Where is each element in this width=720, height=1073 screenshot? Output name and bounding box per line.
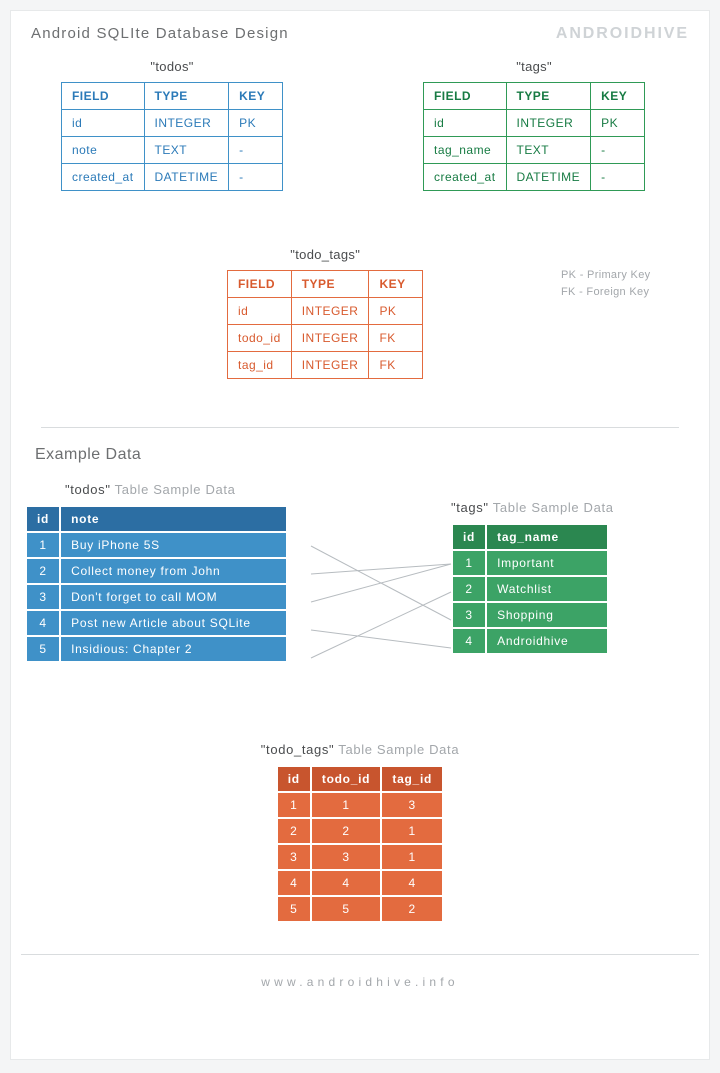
sample-tags: "tags" Table Sample Data id tag_name 1Im…	[451, 500, 614, 655]
header: Android SQLIte Database Design ANDROIDHI…	[11, 11, 709, 47]
table-row: 331	[278, 845, 442, 869]
schema-tags: "tags" FIELD TYPE KEY idINTEGERPKtag_nam…	[423, 59, 645, 191]
legend-fk: FK - Foreign Key	[561, 284, 650, 301]
table-row: idINTEGERPK	[62, 110, 283, 137]
sample-relational-area: "todos" Table Sample Data id note 1Buy i…	[11, 482, 709, 742]
schema-todos-table: FIELD TYPE KEY idINTEGERPKnoteTEXT-creat…	[61, 82, 283, 191]
table-row: tag_idINTEGERFK	[228, 352, 423, 379]
table-row: 552	[278, 897, 442, 921]
sample-todos: "todos" Table Sample Data id note 1Buy i…	[25, 482, 288, 663]
diagram-card: Android SQLIte Database Design ANDROIDHI…	[10, 10, 710, 1060]
schema-tags-caption: "tags"	[423, 59, 645, 74]
table-row: 3Don't forget to call MOM	[27, 585, 286, 609]
schema-todo-tags-caption: "todo_tags"	[227, 247, 423, 262]
table-row: idINTEGERPK	[424, 110, 645, 137]
sample-todo-tags-caption: "todo_tags" Table Sample Data	[11, 742, 709, 757]
sample-todo-tags-wrap: "todo_tags" Table Sample Data id todo_id…	[11, 742, 709, 928]
sample-todo-tags: id todo_id tag_id 113221331444552	[276, 765, 444, 923]
table-row: todo_idINTEGERFK	[228, 325, 423, 352]
table-row: 444	[278, 871, 442, 895]
table-row: 1Buy iPhone 5S	[27, 533, 286, 557]
table-row: 1Important	[453, 551, 607, 575]
table-row: noteTEXT-	[62, 137, 283, 164]
table-row: 3Shopping	[453, 603, 607, 627]
table-row: 4Post new Article about SQLite	[27, 611, 286, 635]
key-legend: PK - Primary Key FK - Foreign Key	[561, 267, 650, 300]
schema-todos: "todos" FIELD TYPE KEY idINTEGERPKnoteTE…	[61, 59, 283, 191]
table-row: created_atDATETIME-	[424, 164, 645, 191]
example-heading: Example Data	[11, 446, 709, 464]
schema-todo-tags-table: FIELD TYPE KEY idINTEGERPKtodo_idINTEGER…	[227, 270, 423, 379]
table-row: 4Androidhive	[453, 629, 607, 653]
table-row: 221	[278, 819, 442, 843]
table-row: 2Watchlist	[453, 577, 607, 601]
schema-section: "todos" FIELD TYPE KEY idINTEGERPKnoteTE…	[11, 47, 709, 427]
sample-todos-caption: "todos" Table Sample Data	[25, 482, 288, 497]
table-row: 2Collect money from John	[27, 559, 286, 583]
table-row: 113	[278, 793, 442, 817]
table-row: created_atDATETIME-	[62, 164, 283, 191]
sample-todos-table: id note 1Buy iPhone 5S2Collect money fro…	[25, 505, 288, 663]
sample-todo-tags-table: id todo_id tag_id 113221331444552	[276, 765, 444, 923]
sample-tags-caption: "tags" Table Sample Data	[451, 500, 614, 515]
divider	[41, 427, 679, 428]
footer-url: www.androidhive.info	[21, 954, 699, 1003]
table-row: idINTEGERPK	[228, 298, 423, 325]
page-title: Android SQLIte Database Design	[31, 25, 289, 42]
table-row: tag_nameTEXT-	[424, 137, 645, 164]
schema-todo-tags: "todo_tags" FIELD TYPE KEY idINTEGERPKto…	[227, 247, 423, 379]
schema-todos-caption: "todos"	[61, 59, 283, 74]
schema-tags-table: FIELD TYPE KEY idINTEGERPKtag_nameTEXT-c…	[423, 82, 645, 191]
legend-pk: PK - Primary Key	[561, 267, 650, 284]
sample-tags-table: id tag_name 1Important2Watchlist3Shoppin…	[451, 523, 609, 655]
table-row: 5Insidious: Chapter 2	[27, 637, 286, 661]
brand-logo: ANDROIDHIVE	[556, 25, 689, 43]
